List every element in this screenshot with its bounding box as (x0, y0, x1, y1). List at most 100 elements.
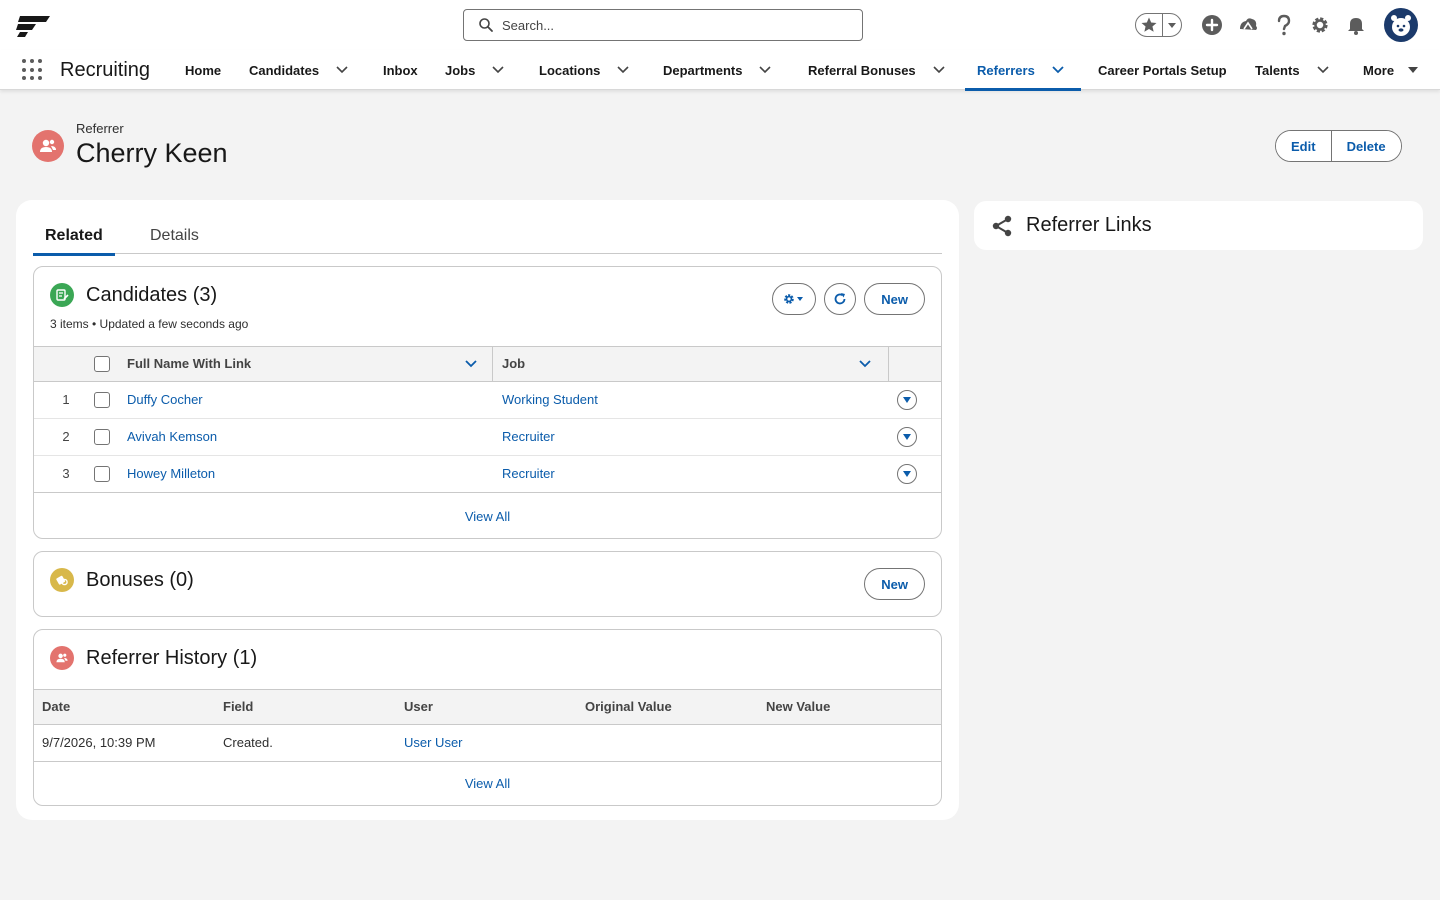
column-label: Full Name With Link (127, 356, 252, 372)
candidate-name-link[interactable]: Duffy Cocher (127, 392, 203, 407)
candidates-view-all-link[interactable]: View All (34, 509, 941, 524)
nav-label: Departments (663, 62, 743, 78)
candidates-list-icon (50, 283, 74, 307)
candidates-table: Full Name With Link Job 1 Duffy Cocher W… (34, 346, 941, 493)
nav-label: Referrers (977, 62, 1035, 78)
nav-item-departments[interactable]: Departments (663, 50, 776, 90)
notifications-bell-icon (1348, 18, 1364, 35)
tab-related[interactable]: Related (33, 217, 115, 256)
star-icon (1141, 17, 1157, 32)
nav-item-talents[interactable]: Talents (1255, 50, 1334, 90)
global-header (0, 0, 1440, 50)
nav-label: Career Portals Setup (1098, 62, 1227, 78)
chevron-down-icon[interactable] (928, 59, 950, 81)
app-logo[interactable] (16, 12, 56, 38)
row-action-menu[interactable] (897, 389, 917, 410)
chevron-down-icon[interactable] (331, 59, 353, 81)
app-launcher-icon[interactable] (22, 59, 44, 81)
refresh-button[interactable] (824, 283, 857, 315)
notifications-button[interactable] (1344, 13, 1368, 37)
trailhead-icon (1240, 18, 1257, 30)
record-tabs: Related Details (33, 217, 942, 256)
nav-item-locations[interactable]: Locations (539, 50, 634, 90)
row-number: 3 (34, 454, 90, 492)
setup-gear-icon (1312, 17, 1328, 33)
caret-down-icon (903, 433, 911, 440)
row-number-header (34, 347, 90, 382)
nav-item-referrers[interactable]: Referrers (965, 50, 1081, 91)
trailhead-button[interactable] (1236, 13, 1260, 37)
row-number: 2 (34, 417, 90, 455)
nav-item-inbox[interactable]: Inbox (383, 50, 418, 90)
column-header-user: User (396, 690, 577, 725)
row-checkbox[interactable] (94, 428, 110, 445)
list-settings-button[interactable] (772, 283, 817, 315)
global-search[interactable] (463, 9, 863, 41)
table-row: 9/7/2026, 10:39 PM Created. User User (34, 724, 941, 761)
column-header-full-name[interactable]: Full Name With Link (124, 347, 493, 382)
select-all-checkbox[interactable] (94, 356, 110, 373)
delete-button[interactable]: Delete (1330, 131, 1401, 161)
nav-label: Referral Bonuses (808, 62, 916, 78)
chevron-down-icon[interactable] (465, 356, 477, 371)
history-user-link[interactable]: User User (404, 735, 463, 750)
row-action-menu[interactable] (897, 463, 917, 484)
nav-item-candidates[interactable]: Candidates (249, 50, 353, 90)
nav-item-referral-bonuses[interactable]: Referral Bonuses (808, 50, 950, 90)
chevron-down-icon[interactable] (859, 356, 871, 371)
job-link[interactable]: Recruiter (502, 429, 555, 444)
new-candidate-button[interactable]: New (864, 283, 925, 315)
gear-icon (784, 294, 804, 304)
nav-label: Jobs (445, 62, 476, 78)
caret-down-icon[interactable] (1402, 59, 1424, 81)
global-add-button[interactable] (1200, 13, 1224, 37)
table-row: 1 Duffy Cocher Working Student (34, 381, 941, 418)
row-number: 1 (62, 392, 70, 407)
referrer-record-icon (32, 130, 64, 162)
nav-label: Inbox (383, 62, 418, 78)
record-actions: Edit Delete (1275, 130, 1402, 162)
history-view-all-link[interactable]: View All (34, 776, 941, 791)
search-input[interactable] (502, 17, 842, 33)
chevron-down-icon[interactable] (1047, 59, 1069, 81)
chevron-down-icon[interactable] (1312, 59, 1334, 81)
nav-item-more[interactable]: More (1363, 50, 1424, 90)
chevron-down-icon[interactable] (612, 59, 634, 81)
help-button[interactable] (1272, 13, 1296, 37)
candidate-name-link[interactable]: Avivah Kemson (127, 429, 217, 444)
setup-button[interactable] (1308, 13, 1332, 37)
nav-item-jobs[interactable]: Jobs (445, 50, 509, 90)
history-list-title[interactable]: Referrer History (1) (86, 647, 257, 670)
bonuses-related-list: Bonuses (0) New (33, 551, 942, 617)
add-icon (1202, 15, 1222, 35)
row-action-menu[interactable] (897, 426, 917, 447)
nav-item-career-portals-setup[interactable]: Career Portals Setup (1098, 50, 1227, 90)
edit-button[interactable]: Edit (1276, 131, 1331, 161)
job-link[interactable]: Working Student (502, 392, 598, 407)
candidate-name-link[interactable]: Howey Milleton (127, 466, 215, 481)
referrer-links-title[interactable]: Referrer Links (1026, 214, 1152, 237)
nav-item-home[interactable]: Home (185, 50, 221, 90)
help-icon (1277, 14, 1291, 36)
caret-down-icon (903, 396, 911, 403)
candidates-list-title[interactable]: Candidates (3) (86, 284, 217, 307)
chevron-down-icon[interactable] (754, 59, 776, 81)
chevron-down-icon[interactable] (487, 59, 509, 81)
favorites-button[interactable] (1135, 13, 1182, 37)
row-checkbox[interactable] (94, 466, 110, 483)
job-link[interactable]: Recruiter (502, 466, 555, 481)
tab-details[interactable]: Details (150, 217, 199, 254)
bonuses-list-title[interactable]: Bonuses (0) (86, 569, 194, 592)
row-checkbox[interactable] (94, 391, 110, 408)
user-avatar[interactable] (1384, 8, 1418, 42)
select-all-header (90, 347, 124, 382)
history-date: 9/7/2026, 10:39 PM (42, 735, 156, 751)
share-icon (992, 215, 1012, 236)
row-actions-header (889, 347, 941, 382)
record-type-label: Referrer (76, 121, 124, 136)
column-header-job[interactable]: Job (493, 347, 889, 382)
nav-label: Locations (539, 62, 601, 78)
new-bonus-button[interactable]: New (864, 568, 925, 600)
history-new-value (758, 724, 941, 761)
history-original-value (577, 724, 758, 761)
